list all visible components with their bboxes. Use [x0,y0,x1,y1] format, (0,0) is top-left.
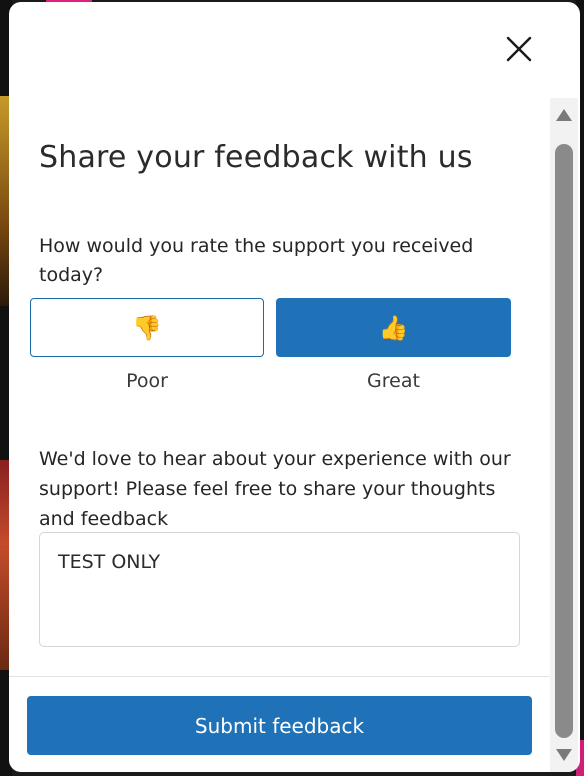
rate-great-label: Great [367,370,420,392]
footer-divider [9,676,550,677]
feedback-textarea[interactable]: TEST ONLY [39,532,520,647]
thumbs-down-icon: 👎 [132,313,162,342]
submit-feedback-button[interactable]: Submit feedback [27,696,532,755]
feedback-dialog: Share your feedback with us How would yo… [9,2,580,772]
triangle-up-icon [556,109,572,121]
scrollbar-thumb[interactable] [555,144,573,738]
rate-great-button[interactable]: 👍 [276,298,511,357]
feedback-prompt: We'd love to hear about your experience … [39,448,511,530]
thumbs-up-icon: 👍 [378,313,409,342]
rate-poor-label: Poor [126,370,168,392]
close-button[interactable] [502,32,536,66]
rating-question: How would you rate the support you recei… [39,235,474,286]
dialog-content: Share your feedback with us How would yo… [9,98,550,678]
scroll-down-button[interactable] [550,746,578,764]
rate-poor-button[interactable]: 👎 [30,298,264,357]
triangle-down-icon [556,749,572,761]
dialog-heading: Share your feedback with us [39,140,473,175]
scroll-up-button[interactable] [550,106,578,124]
scrollbar[interactable] [550,98,578,772]
close-icon [506,36,532,62]
